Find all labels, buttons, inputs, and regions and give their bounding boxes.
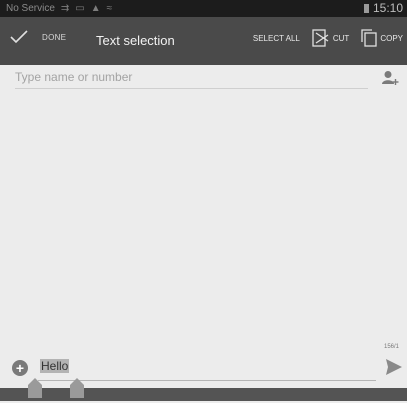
screenshot-icon: ▭	[75, 3, 85, 14]
battery-icon	[363, 3, 369, 13]
warning-icon: ▲	[90, 3, 101, 14]
selection-handle-icon	[28, 378, 42, 398]
copy-label: COPY	[380, 33, 403, 43]
clock: 15:10	[372, 1, 403, 15]
add-contact-icon	[382, 71, 399, 85]
check-icon	[10, 30, 28, 44]
selection-handle-right[interactable]	[70, 378, 84, 398]
selected-text[interactable]: Hello	[40, 359, 70, 373]
action-bar: DONE Text selection SELECT ALL CUT COPY	[0, 17, 407, 65]
copy-button[interactable]: COPY	[361, 29, 403, 47]
done-label: DONE	[42, 32, 67, 42]
cut-button[interactable]: CUT	[312, 29, 349, 47]
select-all-label: SELECT ALL	[252, 33, 300, 43]
plus-icon: +	[15, 360, 25, 376]
send-icon	[386, 359, 402, 375]
selection-handle-icon	[70, 378, 84, 398]
send-button[interactable]	[385, 358, 403, 381]
page-title: Text selection	[96, 33, 175, 48]
message-thread	[0, 92, 407, 344]
copy-icon	[361, 29, 377, 47]
status-right: 15:10	[363, 1, 403, 15]
recipient-placeholder: Type name or number	[15, 70, 133, 84]
action-buttons: SELECT ALL CUT COPY	[253, 29, 403, 47]
bottom-strip	[0, 388, 407, 401]
char-counter: 156/1	[383, 344, 399, 350]
attach-button[interactable]: +	[12, 360, 28, 376]
usb-icon: ⇉	[60, 3, 70, 14]
done-button[interactable]: DONE	[10, 30, 66, 44]
recipient-input[interactable]: Type name or number	[15, 66, 368, 89]
wifi-icon: ≈	[106, 3, 113, 14]
select-all-button[interactable]: SELECT ALL	[253, 34, 300, 43]
carrier-text: No Service	[6, 3, 55, 14]
add-contact-button[interactable]	[381, 70, 399, 91]
status-bar: No Service ⇉ ▭ ▲ ≈ 15:10	[0, 0, 407, 17]
cut-icon	[312, 29, 329, 47]
status-left: No Service ⇉ ▭ ▲ ≈	[6, 3, 112, 14]
selection-handle-left[interactable]	[28, 378, 42, 398]
cut-label: CUT	[332, 33, 350, 43]
message-input[interactable]: Hello	[38, 356, 376, 381]
